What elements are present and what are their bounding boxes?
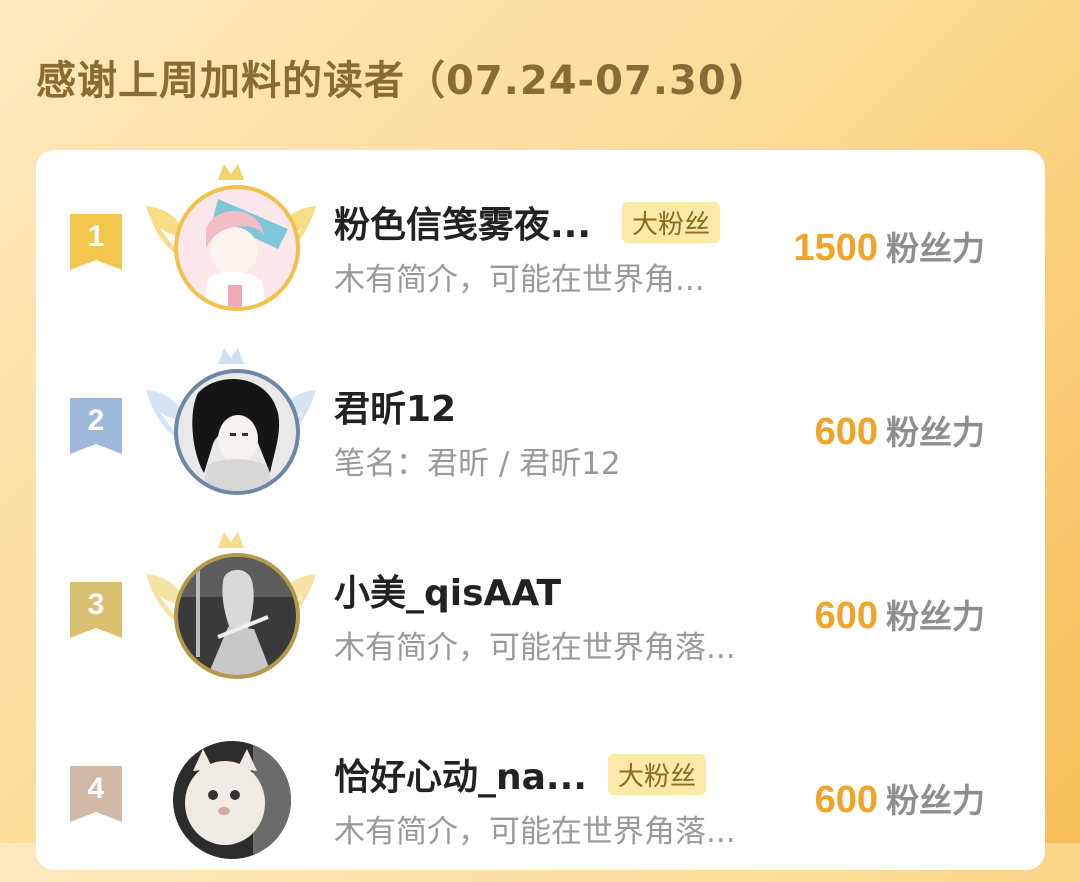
page-title: 感谢上周加料的读者（07.24-07.30) [36,58,746,104]
reader-name[interactable]: 君昕12 [334,380,456,432]
fan-power-unit: 粉丝力 [886,597,985,636]
rank-badge-silver-icon: 2 [70,398,122,454]
fan-power: 600 粉丝力 [815,406,985,454]
fan-power: 600 粉丝力 [815,774,985,822]
reader-ranking-card: 1 粉色信笺雾夜... 大粉丝 木有简介，可能在世界角... 1500 粉丝力 … [36,150,1045,870]
big-fan-badge: 大粉丝 [622,202,721,243]
fan-power-unit: 粉丝力 [886,229,985,268]
reader-description: 木有简介，可能在世界角落... [334,630,736,666]
fan-power: 600 粉丝力 [815,590,985,638]
reader-row-1[interactable]: 1 粉色信笺雾夜... 大粉丝 木有简介，可能在世界角... 1500 粉丝力 [36,150,1045,330]
fan-power-value: 600 [814,411,878,453]
fan-power: 1500 粉丝力 [793,222,985,270]
rank-badge-bronze-icon: 3 [70,582,122,638]
big-fan-badge: 大粉丝 [608,754,707,795]
avatar[interactable] [178,189,296,307]
avatar-frame-silver [146,342,316,512]
fan-power-value: 1500 [793,227,878,269]
avatar-frame-plain [146,710,316,880]
avatar-frame-bronze [146,526,316,696]
reader-row-3[interactable]: 3 小美_qisAAT 木有简介，可能在世界角落... 600 粉丝力 [36,518,1045,698]
avatar-frame-gold [146,158,316,328]
reader-name[interactable]: 小美_qisAAT [334,564,561,616]
reader-description: 笔名：君昕 / 君昕12 [334,446,621,482]
rank-badge-icon: 4 [70,766,122,822]
reader-name[interactable]: 恰好心动_na... [334,748,587,800]
fan-power-unit: 粉丝力 [886,781,985,820]
avatar[interactable] [173,741,291,859]
avatar[interactable] [178,557,296,675]
fan-power-value: 600 [814,779,878,821]
reader-row-4[interactable]: 4 恰好心动_na... 大粉丝 木有简介，可能在世界角落... 600 粉丝力 [36,702,1045,882]
reader-row-2[interactable]: 2 君昕12 笔名：君昕 / 君昕12 600 粉丝力 [36,334,1045,514]
reader-description: 木有简介，可能在世界角... [334,262,705,298]
reader-description: 木有简介，可能在世界角落... [334,814,736,850]
reader-name[interactable]: 粉色信笺雾夜... [334,196,591,248]
rank-badge-gold-icon: 1 [70,214,122,270]
rank-number: 2 [87,404,105,437]
fan-power-value: 600 [814,595,878,637]
avatar[interactable] [178,373,296,491]
rank-number: 4 [87,772,105,805]
fan-power-unit: 粉丝力 [886,413,985,452]
rank-number: 1 [87,220,105,253]
rank-number: 3 [87,588,105,621]
